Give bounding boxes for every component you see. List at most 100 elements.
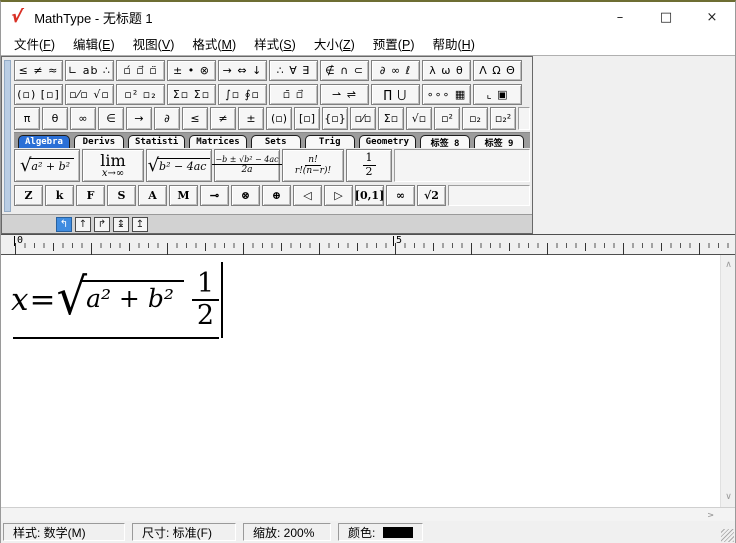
symbol-blackboard-z[interactable]: Z bbox=[14, 184, 43, 206]
menu-edit[interactable]: 编辑(E) bbox=[64, 31, 124, 56]
symbol-less-equal[interactable]: ≤ bbox=[182, 107, 208, 130]
symbol-sqrt-2[interactable]: √2 bbox=[417, 184, 446, 206]
palette-set-theory[interactable]: ∉ ∩ ⊂ bbox=[320, 59, 369, 81]
symbol-pi[interactable]: π bbox=[14, 107, 40, 130]
template-matrix[interactable]: ∘∘∘ ▦ bbox=[422, 83, 471, 105]
template-fraction[interactable]: ▫⁄▫ bbox=[350, 107, 376, 130]
template-labeled-arrows[interactable]: ⇀ ⇌ bbox=[320, 83, 369, 105]
toolbar-drag-handle[interactable] bbox=[4, 60, 11, 212]
symbol-not-equal[interactable]: ≠ bbox=[210, 107, 236, 130]
tab-derivs[interactable]: Derivs bbox=[73, 135, 124, 148]
menu-preferences[interactable]: 预置(P) bbox=[364, 31, 424, 56]
symbol-infinity[interactable]: ∞ bbox=[70, 107, 96, 130]
tab-statistics[interactable]: Statisti bbox=[127, 135, 186, 148]
symbol-fraktur-a[interactable]: A bbox=[138, 184, 167, 206]
user-symbol-row: Zk F S A M ⊸ ⊗ ⊕ ◁ ▷ [0,1] ∞ √2 bbox=[14, 183, 530, 207]
template-binomial-coefficient[interactable]: n! r!(n−r)! bbox=[282, 149, 344, 182]
template-product-union[interactable]: ∏ ⋃ bbox=[371, 83, 420, 105]
ruler-ticks bbox=[15, 243, 735, 255]
ruler[interactable]: 0 5 bbox=[1, 234, 735, 255]
template-summation[interactable]: Σ▫ Σ▫ bbox=[167, 83, 216, 105]
symbol-interval-01[interactable]: [0,1] bbox=[355, 184, 384, 206]
template-one-half[interactable]: 1 2 bbox=[346, 149, 392, 182]
minimize-button[interactable]: – bbox=[597, 2, 643, 32]
menu-view[interactable]: 视图(V) bbox=[124, 31, 184, 56]
template-radical[interactable]: √▫ bbox=[406, 107, 432, 130]
menu-file[interactable]: 文件(F) bbox=[5, 31, 64, 56]
symbol-triangle-right[interactable]: ▷ bbox=[324, 184, 353, 206]
palette-misc-symbols[interactable]: ∂ ∞ ℓ bbox=[371, 59, 420, 81]
tab-trig[interactable]: Trig bbox=[304, 135, 355, 148]
tabstop-decimal[interactable]: ↥ bbox=[132, 216, 148, 232]
template-limit[interactable]: lim x→∞ bbox=[82, 149, 144, 182]
symbol-fraktur-k[interactable]: k bbox=[45, 184, 74, 206]
template-sqrt-discriminant[interactable]: √ b² − 4ac bbox=[146, 149, 212, 182]
tabstop-left[interactable]: ↰ bbox=[56, 216, 72, 232]
window-controls: – □ × bbox=[597, 2, 735, 32]
menu-format[interactable]: 格式(M) bbox=[183, 31, 245, 56]
tabstop-right[interactable]: ↱ bbox=[94, 216, 110, 232]
scroll-up-icon[interactable]: ∧ bbox=[721, 257, 735, 273]
palette-greek-uppercase[interactable]: Λ Ω Θ bbox=[473, 59, 522, 81]
radicand-text: a² + b² bbox=[29, 158, 75, 173]
symbol-plus-minus[interactable]: ± bbox=[238, 107, 264, 130]
symbol-partial[interactable]: ∂ bbox=[154, 107, 180, 130]
status-color-label: 颜色: bbox=[348, 526, 376, 540]
tab-algebra[interactable]: Algebra bbox=[18, 135, 70, 148]
template-braces[interactable]: {▫} bbox=[322, 107, 348, 130]
template-subscript[interactable]: ▫₂ bbox=[462, 107, 488, 130]
palette-greek-lowercase[interactable]: λ ω θ bbox=[422, 59, 471, 81]
template-fences[interactable]: (▫) [▫] bbox=[14, 83, 63, 105]
tab-matrices[interactable]: Matrices bbox=[189, 135, 247, 148]
symbol-circled-plus[interactable]: ⊕ bbox=[262, 184, 291, 206]
scroll-down-icon[interactable]: ∨ bbox=[721, 489, 735, 505]
symbol-element-of[interactable]: ∈ bbox=[98, 107, 124, 130]
expression-template-row: √ a² + b² lim x→∞ √ b² − 4ac −b ± √b² − 4a… bbox=[14, 148, 530, 183]
tabstop-center[interactable]: ↑ bbox=[75, 216, 91, 232]
palette-spacing[interactable]: ∟ ab ∴ bbox=[65, 59, 114, 81]
symbol-script-s[interactable]: S bbox=[107, 184, 136, 206]
menu-help[interactable]: 帮助(H) bbox=[423, 31, 483, 56]
vertical-scrollbar[interactable]: ∧ ∨ bbox=[720, 255, 735, 507]
palette-embellishments[interactable]: ▫́ ▫⃗ ▫̈ bbox=[116, 59, 165, 81]
menu-style[interactable]: 样式(S) bbox=[245, 31, 305, 56]
template-superscript[interactable]: ▫² bbox=[434, 107, 460, 130]
symbol-infinity-small[interactable]: ∞ bbox=[386, 184, 415, 206]
template-fraction-radical[interactable]: ▫⁄▫ √▫ bbox=[65, 83, 114, 105]
equation-variable: x bbox=[11, 282, 29, 318]
template-subsuperscript[interactable]: ▫₂² bbox=[490, 107, 516, 130]
template-subscript-superscript[interactable]: ▫² ▫₂ bbox=[116, 83, 165, 105]
template-sqrt-a2-b2[interactable]: √ a² + b² bbox=[14, 149, 80, 182]
resize-grip[interactable] bbox=[721, 529, 734, 542]
symbol-letter-f[interactable]: F bbox=[76, 184, 105, 206]
equation-editing-area[interactable]: x = √ a² + b² 1 2 ∧ ∨ bbox=[1, 255, 735, 507]
template-overbar-arrow[interactable]: ▫̄ ▫⃗ bbox=[269, 83, 318, 105]
template-brackets[interactable]: [▫] bbox=[294, 107, 320, 130]
fraction-numerator: n! bbox=[305, 155, 321, 166]
palette-relational[interactable]: ≤ ≠ ≈ bbox=[14, 59, 63, 81]
tab-geometry[interactable]: Geometry bbox=[358, 135, 417, 148]
symbol-triangle-left[interactable]: ◁ bbox=[293, 184, 322, 206]
close-button[interactable]: × bbox=[689, 2, 735, 32]
tab-8[interactable]: 标签 8 bbox=[420, 135, 471, 149]
symbol-multimap[interactable]: ⊸ bbox=[200, 184, 229, 206]
symbol-circled-times[interactable]: ⊗ bbox=[231, 184, 260, 206]
palette-logic[interactable]: ∴ ∀ ∃ bbox=[269, 59, 318, 81]
symbol-right-arrow[interactable]: → bbox=[126, 107, 152, 130]
scroll-right-icon[interactable]: ∧ bbox=[704, 508, 716, 522]
maximize-button[interactable]: □ bbox=[643, 2, 689, 32]
palette-arrows[interactable]: → ⇔ ↓ bbox=[218, 59, 267, 81]
template-parentheses[interactable]: (▫) bbox=[266, 107, 292, 130]
symbol-fraktur-m[interactable]: M bbox=[169, 184, 198, 206]
symbol-theta[interactable]: θ bbox=[42, 107, 68, 130]
menu-size[interactable]: 大小(Z) bbox=[305, 31, 364, 56]
palette-operators[interactable]: ± • ⊗ bbox=[167, 59, 216, 81]
template-integral[interactable]: ∫▫ ∮▫ bbox=[218, 83, 267, 105]
template-boxes[interactable]: ⌞ ▣ bbox=[473, 83, 522, 105]
template-quadratic-formula[interactable]: −b ± √b² − 4ac 2a bbox=[212, 149, 282, 182]
tabstop-equal[interactable]: ↨ bbox=[113, 216, 129, 232]
template-sum[interactable]: Σ▫ bbox=[378, 107, 404, 130]
tab-sets[interactable]: Sets bbox=[250, 135, 301, 148]
horizontal-scrollbar[interactable]: ∧ bbox=[1, 507, 735, 521]
tab-9[interactable]: 标签 9 bbox=[474, 135, 525, 149]
